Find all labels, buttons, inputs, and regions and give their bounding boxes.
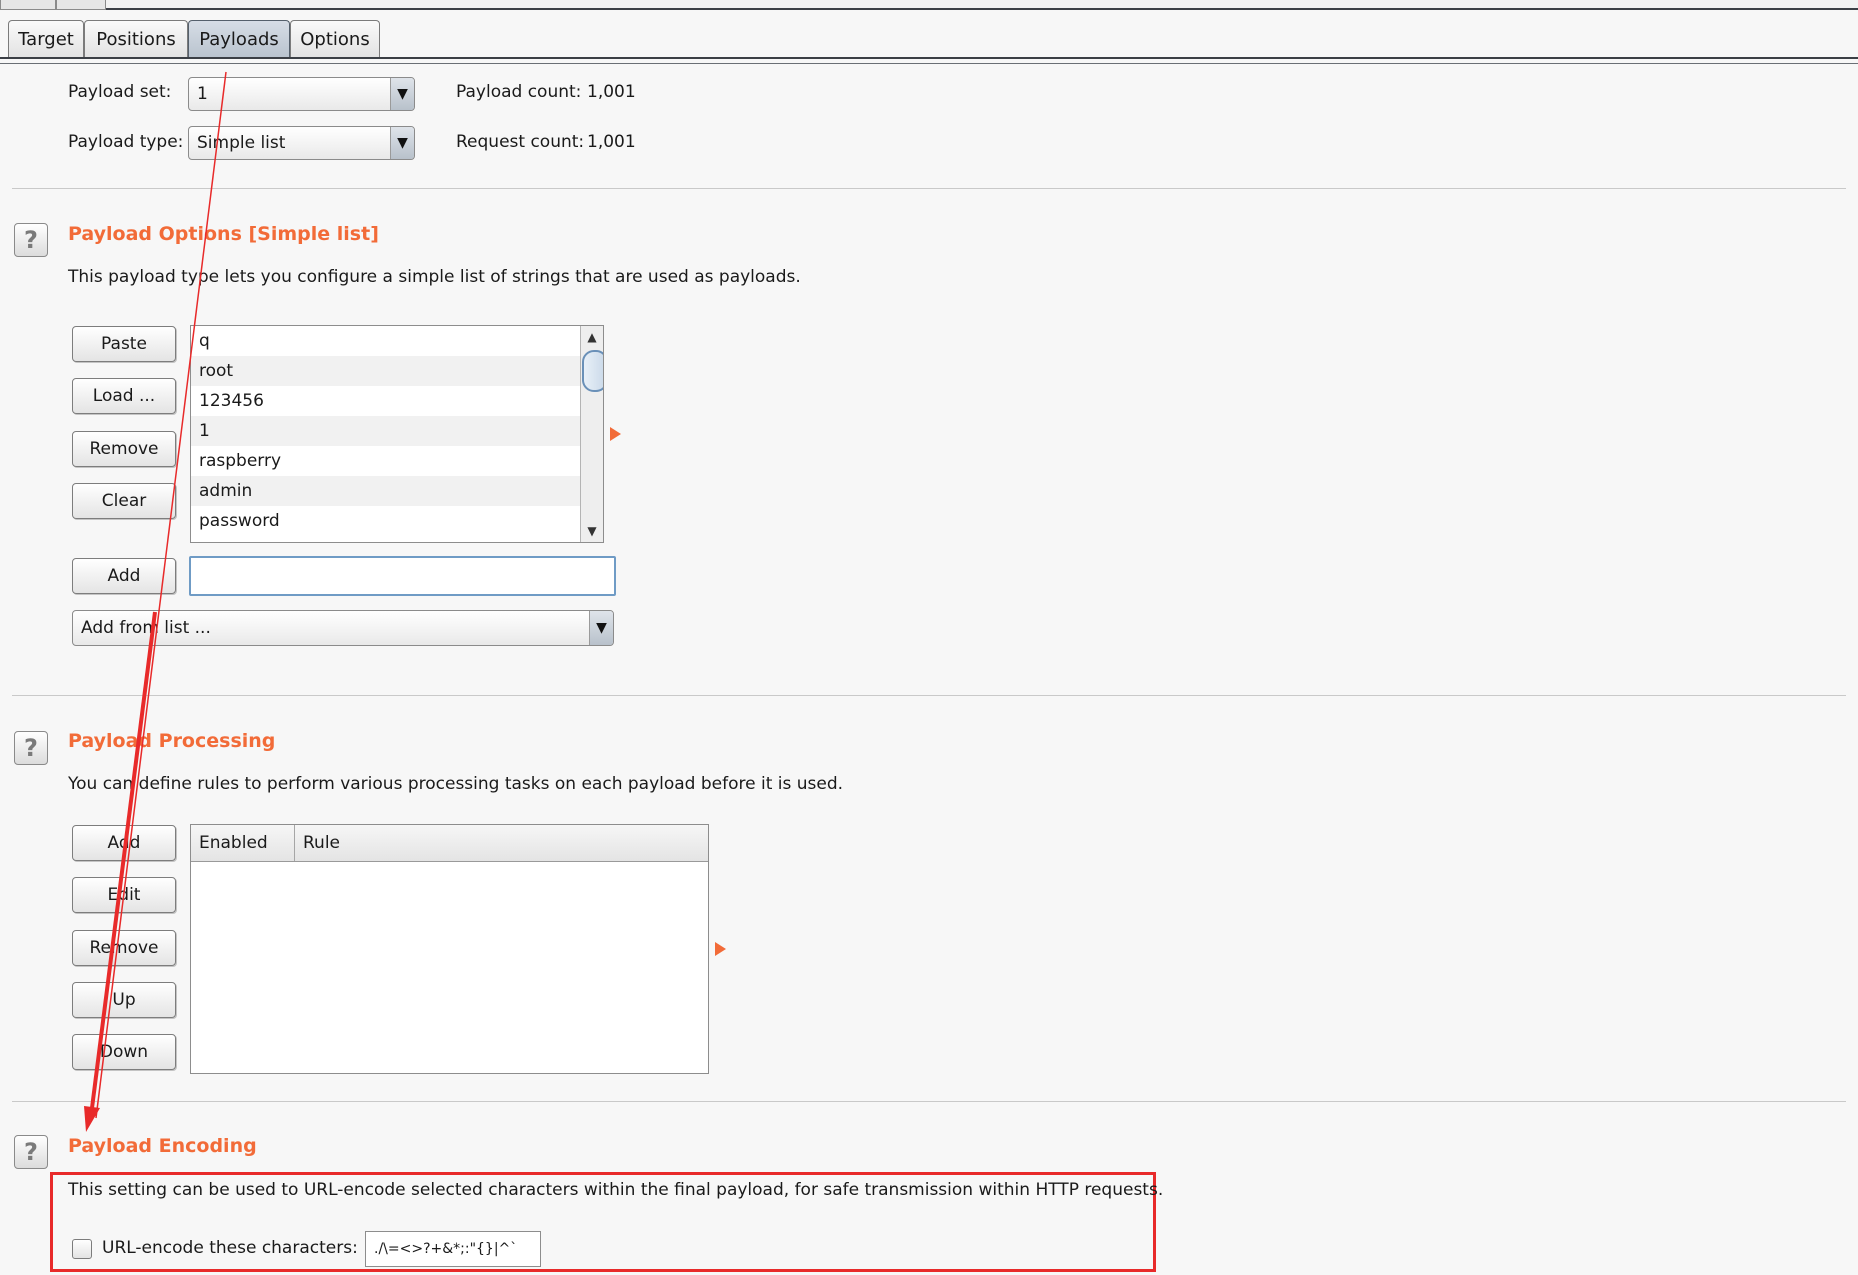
url-encode-characters-input[interactable]: ./\=<>?+&*;:"{}|^` bbox=[365, 1231, 541, 1267]
move-up-button[interactable]: Up bbox=[72, 982, 176, 1018]
list-item[interactable]: q bbox=[191, 326, 581, 356]
url-encode-characters-value: ./\=<>?+&*;:"{}|^` bbox=[374, 1241, 518, 1257]
add-payload-button[interactable]: Add bbox=[72, 558, 176, 594]
add-payload-input[interactable] bbox=[189, 556, 616, 596]
request-count-value: 1,001 bbox=[587, 132, 636, 152]
payload-set-select[interactable]: 1 ▼ bbox=[188, 77, 415, 111]
request-count-label: Request count: bbox=[456, 132, 585, 152]
payload-count-label: Payload count: bbox=[456, 82, 582, 102]
scroll-up-icon[interactable]: ▲ bbox=[581, 326, 603, 348]
url-encode-checkbox[interactable] bbox=[72, 1239, 92, 1259]
payload-list[interactable]: q root 123456 1 raspberry admin password… bbox=[190, 325, 604, 543]
payload-options-title: Payload Options [Simple list] bbox=[68, 223, 379, 245]
outer-tab-stub[interactable] bbox=[0, 0, 56, 10]
question-mark-icon[interactable]: ? bbox=[14, 731, 48, 765]
tab-payloads[interactable]: Payloads bbox=[188, 20, 290, 58]
processing-rules-table[interactable]: Enabled Rule bbox=[190, 824, 709, 1074]
scroll-down-icon[interactable]: ▼ bbox=[581, 520, 603, 542]
tab-divider bbox=[0, 57, 1858, 59]
tab-target[interactable]: Target bbox=[8, 20, 84, 58]
payload-type-select[interactable]: Simple list ▼ bbox=[188, 126, 415, 160]
payload-processing-title: Payload Processing bbox=[68, 730, 276, 752]
tab-positions[interactable]: Positions bbox=[84, 20, 188, 58]
list-item[interactable]: password bbox=[191, 506, 581, 536]
question-mark-icon[interactable]: ? bbox=[14, 1135, 48, 1169]
payload-options-description: This payload type lets you configure a s… bbox=[68, 267, 801, 287]
remove-button[interactable]: Remove bbox=[72, 431, 176, 467]
payload-encoding-description: This setting can be used to URL-encode s… bbox=[68, 1180, 1164, 1200]
move-down-button[interactable]: Down bbox=[72, 1034, 176, 1070]
payload-type-value: Simple list bbox=[197, 133, 286, 153]
list-item[interactable]: 123456 bbox=[191, 386, 581, 416]
outer-tab-stub-2[interactable] bbox=[56, 0, 106, 10]
question-mark-icon[interactable]: ? bbox=[14, 223, 48, 257]
payload-type-label: Payload type: bbox=[68, 132, 184, 152]
edit-rule-button[interactable]: Edit bbox=[72, 877, 176, 913]
triangle-right-icon[interactable] bbox=[715, 942, 726, 956]
payload-set-label: Payload set: bbox=[68, 82, 172, 102]
tab-options[interactable]: Options bbox=[290, 20, 380, 58]
add-from-list-select[interactable]: Add from list ... ▼ bbox=[72, 610, 614, 646]
section-separator bbox=[12, 1101, 1846, 1102]
add-from-list-value: Add from list ... bbox=[81, 618, 211, 638]
window-top-strip bbox=[0, 0, 1858, 10]
url-encode-label: URL-encode these characters: bbox=[102, 1238, 358, 1258]
payload-set-value: 1 bbox=[197, 84, 208, 104]
payload-count-value: 1,001 bbox=[587, 82, 636, 102]
tab-divider-secondary bbox=[0, 63, 1858, 64]
list-scrollbar[interactable]: ▲ ▼ bbox=[580, 326, 603, 542]
payload-processing-description: You can define rules to perform various … bbox=[68, 774, 844, 794]
list-item[interactable]: root bbox=[191, 356, 581, 386]
table-header: Enabled Rule bbox=[191, 825, 708, 862]
payload-encoding-title: Payload Encoding bbox=[68, 1135, 257, 1157]
triangle-down-icon: ▼ bbox=[390, 78, 414, 110]
list-item[interactable]: 1 bbox=[191, 416, 581, 446]
paste-button[interactable]: Paste bbox=[72, 326, 176, 362]
annotation-arrowhead bbox=[84, 1106, 100, 1132]
scroll-thumb[interactable] bbox=[582, 350, 603, 392]
triangle-down-icon: ▼ bbox=[589, 611, 613, 645]
list-item[interactable]: admin bbox=[191, 476, 581, 506]
triangle-down-icon: ▼ bbox=[390, 127, 414, 159]
section-separator bbox=[12, 695, 1846, 696]
add-rule-button[interactable]: Add bbox=[72, 825, 176, 861]
section-separator bbox=[12, 188, 1846, 189]
load-button[interactable]: Load ... bbox=[72, 378, 176, 414]
column-header-enabled[interactable]: Enabled bbox=[191, 825, 295, 861]
triangle-right-icon[interactable] bbox=[610, 427, 621, 441]
remove-rule-button[interactable]: Remove bbox=[72, 930, 176, 966]
list-item[interactable]: raspberry bbox=[191, 446, 581, 476]
column-header-rule[interactable]: Rule bbox=[295, 825, 708, 861]
clear-button[interactable]: Clear bbox=[72, 483, 176, 519]
